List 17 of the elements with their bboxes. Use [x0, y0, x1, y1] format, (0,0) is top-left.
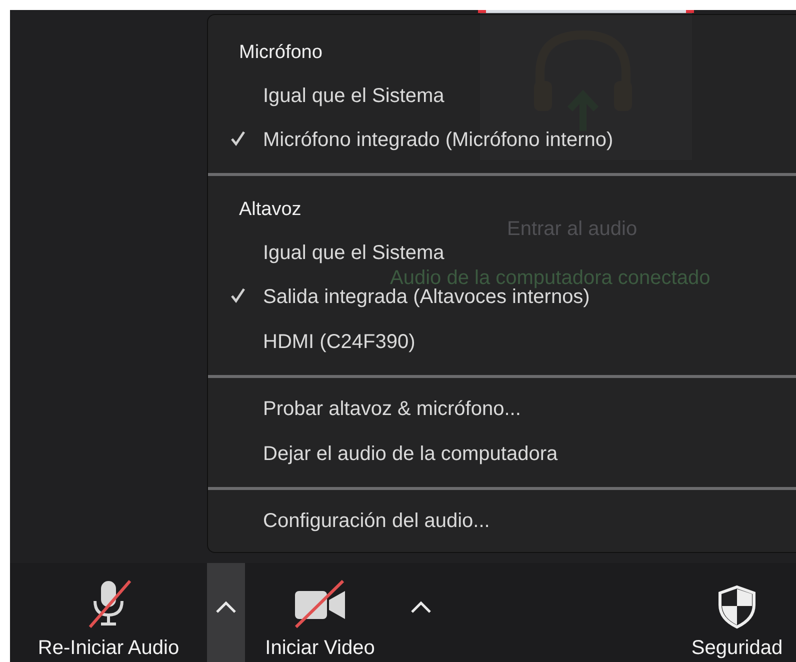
menu-item[interactable]: Igual que el Sistema	[263, 242, 444, 265]
shield-icon	[717, 585, 757, 629]
menu-item[interactable]: Dejar el audio de la computadora	[263, 442, 558, 466]
video-button[interactable]: Iniciar Video	[245, 563, 395, 662]
security-button[interactable]: Seguridad	[678, 563, 796, 662]
caret-icon	[410, 600, 432, 612]
caret-button[interactable]	[207, 563, 245, 662]
menu-item[interactable]: Igual que el Sistema	[263, 84, 444, 108]
menu-item[interactable]: Probar altavoz & micrófono...	[263, 398, 521, 422]
menu-item[interactable]: Salida integrada (Altavoces internos)	[263, 286, 590, 310]
menu-item[interactable]: Configuración del audio...	[263, 510, 490, 534]
menu-item[interactable]: HDMI (C24F390)	[263, 330, 416, 354]
caret-icon	[215, 600, 237, 612]
menu-section-header: Altavoz	[239, 198, 302, 221]
menu-item[interactable]: Micrófono integrado (Micrófono interno)	[263, 129, 614, 152]
audio-button[interactable]: Re-Iniciar Audio	[10, 563, 207, 662]
menu-section-header: Micrófono	[239, 41, 322, 64]
